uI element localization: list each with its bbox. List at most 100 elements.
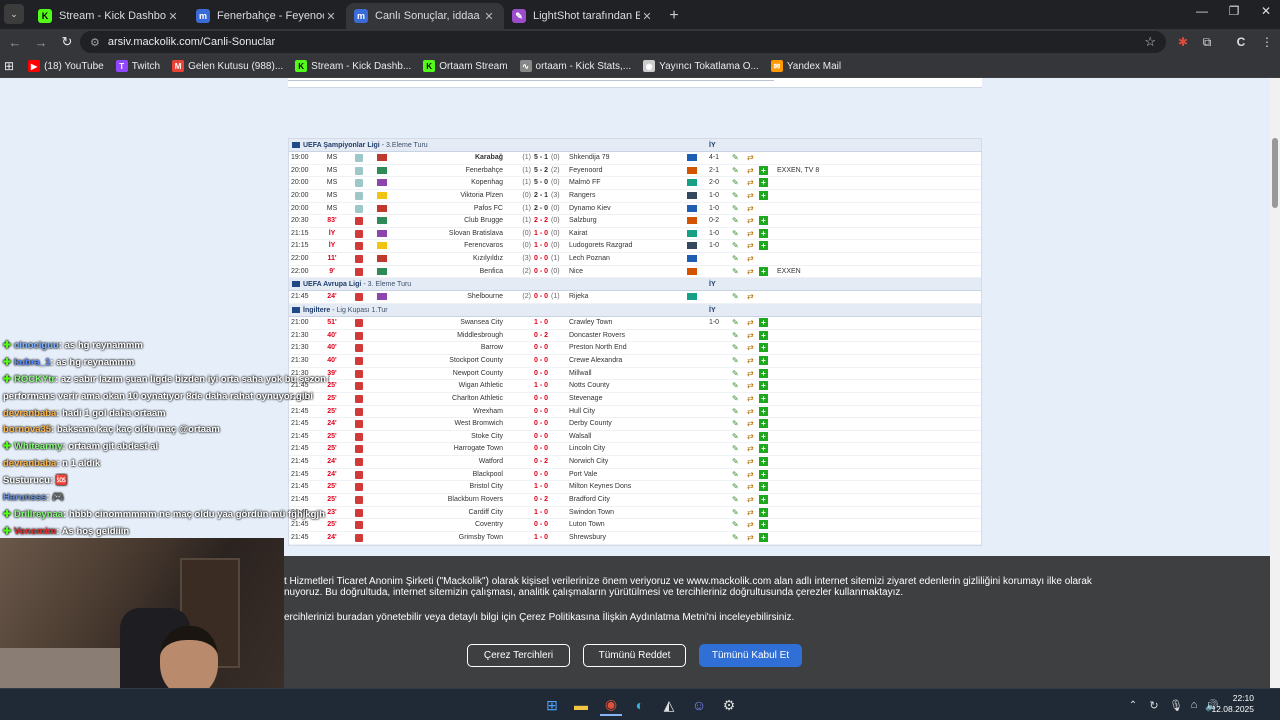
cookie-preferences-button[interactable]: Çerez Tercihleri xyxy=(467,644,570,667)
away-team[interactable]: Crawley Town xyxy=(569,319,612,326)
add-favorite-icon[interactable]: + xyxy=(759,495,768,505)
tab-close-icon[interactable]: ✕ xyxy=(166,10,180,23)
tab-search-icon[interactable]: ⌄ xyxy=(4,4,24,24)
start-menu-icon[interactable]: ⊞ xyxy=(541,694,563,716)
match-score[interactable]: 1 - 0 xyxy=(517,483,565,490)
bookmark-star-icon[interactable]: ☆ xyxy=(1144,34,1156,50)
match-score[interactable]: 0 - 0 xyxy=(517,357,565,364)
extension-icon[interactable]: ✱ xyxy=(1172,31,1194,53)
chat-username[interactable]: bornova35 xyxy=(3,424,51,435)
match-score[interactable]: 1 - 0 xyxy=(517,319,565,326)
match-row[interactable]: 19:00 MS Karabağ (1) 5 - 1 (0) Shkendija 79 4-1… xyxy=(289,152,981,165)
match-score[interactable]: (1) 2 - 2 (0) xyxy=(517,217,565,224)
away-team[interactable]: Dynamo Kiev xyxy=(569,205,611,212)
add-favorite-icon[interactable]: + xyxy=(759,165,768,175)
away-team[interactable]: Milton Keynes Dons xyxy=(569,483,631,490)
channel-icon[interactable] xyxy=(355,382,363,391)
home-team[interactable]: Grimsby Town xyxy=(459,534,503,541)
lineup-icon[interactable]: ⇄ xyxy=(747,508,756,517)
away-team[interactable]: Crewe Alexandra xyxy=(569,357,622,364)
match-row[interactable]: 21:45 25' Wigan Athletic 1 - 0 Notts County ✎… xyxy=(289,380,981,393)
match-row[interactable]: 20:00 MS Kopenhag (1) 5 - 0 (0) Malmö FF 2-0 ✎ ⇄ + xyxy=(289,177,981,190)
match-score[interactable]: 0 - 2 xyxy=(517,458,565,465)
apps-grid-icon[interactable]: ⊞ xyxy=(4,59,14,73)
away-team[interactable]: Preston North End xyxy=(569,344,627,351)
add-favorite-icon[interactable]: + xyxy=(759,469,768,479)
channel-icon[interactable] xyxy=(355,242,363,251)
channel-icon[interactable] xyxy=(355,445,363,454)
add-favorite-icon[interactable]: + xyxy=(759,178,768,188)
match-score[interactable]: 0 - 0 xyxy=(517,433,565,440)
settings-gear-icon[interactable]: ⚙ xyxy=(718,694,740,716)
stats-icon[interactable]: ✎ xyxy=(732,533,741,542)
home-team[interactable]: Ferencvaros xyxy=(464,242,503,249)
channel-icon[interactable] xyxy=(355,154,363,162)
site-info-icon[interactable]: ⚙ xyxy=(90,36,100,49)
match-row[interactable]: 20:00 MS Pafos FC (1) 2 - 0 (0) Dynamo Kiev 1-0… xyxy=(289,203,981,216)
add-favorite-icon[interactable]: + xyxy=(759,216,768,226)
channel-icon[interactable] xyxy=(355,508,363,517)
add-favorite-icon[interactable]: + xyxy=(759,318,768,328)
match-score[interactable]: (3) 0 - 0 (1) xyxy=(517,255,565,262)
match-score[interactable]: 0 - 0 xyxy=(517,521,565,528)
channel-icon[interactable] xyxy=(355,331,363,340)
lineup-icon[interactable]: ⇄ xyxy=(747,419,756,428)
home-team[interactable]: Wrexham xyxy=(473,408,503,415)
channel-icon[interactable] xyxy=(355,356,363,365)
extensions-puzzle-icon[interactable]: ⧉ xyxy=(1196,31,1218,53)
reload-icon[interactable]: ↻ xyxy=(56,31,78,53)
away-team[interactable]: Shrewsbury xyxy=(569,534,606,541)
add-favorite-icon[interactable]: + xyxy=(759,507,768,517)
lineup-icon[interactable]: ⇄ xyxy=(747,407,756,416)
home-team[interactable]: Cardiff City xyxy=(469,509,504,516)
lineup-icon[interactable]: ⇄ xyxy=(747,318,756,327)
stats-icon[interactable]: ✎ xyxy=(732,267,741,276)
home-team[interactable]: Watford xyxy=(479,458,503,465)
away-team[interactable]: Lincoln City xyxy=(569,445,605,452)
match-score[interactable]: (0) 1 - 0 (0) xyxy=(517,230,565,237)
channel-icon[interactable] xyxy=(355,420,363,429)
home-team[interactable]: Blackpool xyxy=(473,471,503,478)
stats-icon[interactable]: ✎ xyxy=(732,191,741,200)
lineup-icon[interactable]: ⇄ xyxy=(747,267,756,276)
lineup-icon[interactable]: ⇄ xyxy=(747,343,756,352)
profile-avatar[interactable]: C xyxy=(1230,31,1252,53)
add-favorite-icon[interactable]: + xyxy=(759,190,768,200)
match-row[interactable]: 21:45 25' Harrogate Town 0 - 0 Lincoln City ✎… xyxy=(289,443,981,457)
home-team[interactable]: Karabağ xyxy=(475,154,503,161)
away-team[interactable]: Norwich City xyxy=(569,458,608,465)
tab-close-icon[interactable]: ✕ xyxy=(324,10,338,23)
channel-icon[interactable] xyxy=(355,267,363,276)
add-favorite-icon[interactable]: + xyxy=(759,266,768,276)
home-team[interactable]: Newport County xyxy=(453,370,503,377)
match-score[interactable]: 1 - 0 xyxy=(517,509,565,516)
home-team[interactable]: Blackburn Rovers xyxy=(448,496,503,503)
away-team[interactable]: Luton Town xyxy=(569,521,605,528)
stats-icon[interactable]: ✎ xyxy=(732,482,741,491)
stats-icon[interactable]: ✎ xyxy=(732,470,741,479)
channel-icon[interactable] xyxy=(355,229,363,238)
away-team[interactable]: Shkendija 79 xyxy=(569,154,609,161)
home-team[interactable]: Harrogate Town xyxy=(454,445,503,452)
match-row[interactable]: 22:00 9' Benfica (2) 0 - 0 (0) Nice ✎ ⇄ + EXXEN xyxy=(289,266,981,279)
stats-icon[interactable]: ✎ xyxy=(732,419,741,428)
channel-icon[interactable] xyxy=(355,319,363,328)
lineup-icon[interactable]: ⇄ xyxy=(747,191,756,200)
home-team[interactable]: Kopenhag xyxy=(471,179,503,186)
chat-username[interactable]: kubra_1 xyxy=(14,357,50,368)
add-favorite-icon[interactable]: + xyxy=(759,520,768,530)
add-favorite-icon[interactable]: + xyxy=(759,406,768,416)
lineup-icon[interactable]: ⇄ xyxy=(747,520,756,529)
add-favorite-icon[interactable]: + xyxy=(759,393,768,403)
stats-icon[interactable]: ✎ xyxy=(732,520,741,529)
add-favorite-icon[interactable]: + xyxy=(759,431,768,441)
chat-username[interactable]: ROCKYtr xyxy=(14,374,55,385)
stats-icon[interactable]: ✎ xyxy=(732,216,741,225)
match-score[interactable]: 1 - 0 xyxy=(517,534,565,541)
lineup-icon[interactable]: ⇄ xyxy=(747,457,756,466)
lineup-icon[interactable]: ⇄ xyxy=(747,153,756,162)
away-team[interactable]: Millwall xyxy=(569,370,592,377)
tab-close-icon[interactable]: ✕ xyxy=(640,10,654,23)
away-team[interactable]: Salzburg xyxy=(569,217,597,224)
chrome-icon[interactable]: ◉ xyxy=(600,694,622,716)
